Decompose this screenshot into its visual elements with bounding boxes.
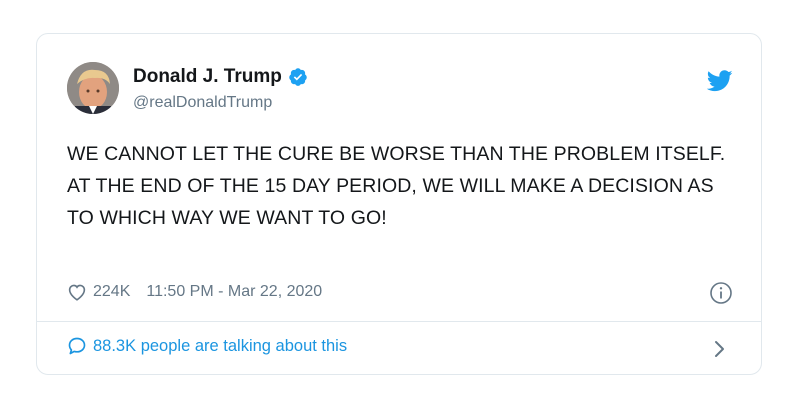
chevron-right-icon[interactable] <box>713 339 727 359</box>
conversation-link[interactable]: 88.3K people are talking about this <box>67 336 347 356</box>
speech-bubble-icon <box>67 336 87 356</box>
twitter-bird-icon[interactable] <box>706 70 733 92</box>
verified-badge-icon <box>288 67 308 87</box>
author-handle[interactable]: @realDonaldTrump <box>133 94 272 112</box>
conversation-label[interactable]: 88.3K people are talking about this <box>93 337 347 356</box>
divider <box>37 321 761 322</box>
author-name-row[interactable]: Donald J. Trump <box>133 66 308 88</box>
tweet-text: WE CANNOT LET THE CURE BE WORSE THAN THE… <box>67 143 726 229</box>
author-name[interactable]: Donald J. Trump <box>133 66 282 88</box>
avatar[interactable] <box>67 62 119 114</box>
info-icon[interactable] <box>709 281 733 305</box>
tweet-card[interactable]: Donald J. Trump @realDonaldTrump WE CANN… <box>36 33 762 375</box>
timestamp[interactable]: 11:50 PM - Mar 22, 2020 <box>146 283 322 301</box>
like-count[interactable]: 224K <box>93 283 130 301</box>
avatar-image <box>67 62 119 114</box>
tweet-meta: 224K 11:50 PM - Mar 22, 2020 <box>67 283 322 301</box>
heart-icon[interactable] <box>67 283 87 301</box>
